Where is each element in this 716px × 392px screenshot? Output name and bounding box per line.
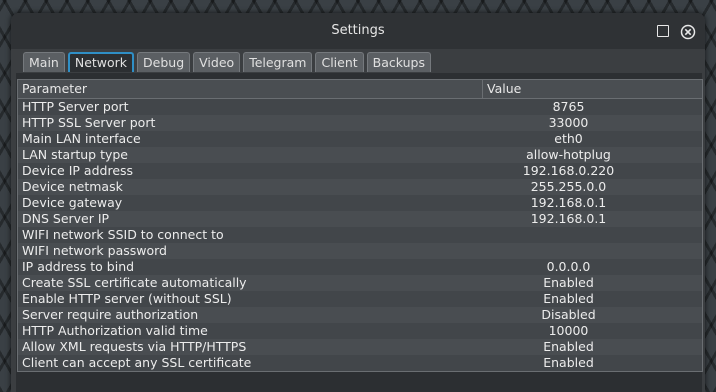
parameter-cell: Enable HTTP server (without SSL) [22, 291, 232, 306]
value-cell[interactable]: 192.168.0.220 [479, 163, 702, 179]
parameter-cell: IP address to bind [22, 259, 135, 274]
parameter-cell: WIFI network SSID to connect to [22, 227, 224, 242]
tab-video[interactable]: Video [193, 52, 241, 72]
parameter-cell: Main LAN interface [22, 131, 141, 146]
value-cell[interactable] [479, 243, 702, 259]
parameter-cell: HTTP Server port [22, 99, 129, 114]
table-row[interactable]: Create SSL certificate automatically Enab… [18, 275, 702, 291]
table-row[interactable]: HTTP Authorization valid time 10000 [18, 323, 702, 339]
parameter-cell: Server require authorization [22, 307, 199, 322]
value-cell[interactable]: 255.255.0.0 [479, 179, 702, 195]
close-button[interactable] [680, 24, 696, 40]
close-icon [680, 24, 696, 40]
value-cell[interactable]: allow-hotplug [479, 147, 702, 163]
window-title: Settings [331, 23, 385, 38]
table-row[interactable]: Enable HTTP server (without SSL) Enabled [18, 291, 702, 307]
table-row[interactable]: Server require authorization Disabled [18, 307, 702, 323]
maximize-button[interactable] [656, 24, 670, 38]
table-row[interactable]: Device IP address 192.168.0.220 [18, 163, 702, 179]
tab-network[interactable]: Network [67, 52, 135, 72]
network-settings-panel: Parameter Value HTTP Server port 8765 HTTP… [16, 73, 703, 392]
grid-header: Parameter Value [18, 80, 702, 99]
parameter-cell: Device netmask [22, 179, 123, 194]
value-cell[interactable]: Enabled [479, 355, 702, 371]
value-cell[interactable]: Enabled [479, 275, 702, 291]
parameter-cell: Device gateway [22, 195, 123, 210]
tab-telegram[interactable]: Telegram [243, 52, 313, 72]
parameter-cell: Allow XML requests via HTTP/HTTPS [22, 339, 247, 354]
parameter-cell: Device IP address [22, 163, 134, 178]
table-row[interactable]: HTTP SSL Server port 33000 [18, 115, 702, 131]
parameter-cell: Client can accept any SSL certificate [22, 355, 252, 370]
parameter-cell: Create SSL certificate automatically [22, 275, 247, 290]
value-cell[interactable]: 0.0.0.0 [479, 259, 702, 275]
tab-client[interactable]: Client [315, 52, 364, 72]
value-cell[interactable]: eth0 [479, 131, 702, 147]
value-cell[interactable]: Disabled [479, 307, 702, 323]
table-row[interactable]: WIFI network password [18, 243, 702, 259]
maximize-icon [657, 25, 669, 37]
value-cell[interactable]: 8765 [479, 99, 702, 115]
tab-main[interactable]: Main [23, 52, 65, 72]
tab-bar: Main Network Debug Video Telegram Client… [23, 52, 432, 72]
value-cell[interactable] [479, 227, 702, 243]
grid-body: HTTP Server port 8765 HTTP SSL Server port… [18, 99, 702, 371]
column-header-value[interactable]: Value [483, 80, 702, 98]
table-row[interactable]: IP address to bind 0.0.0.0 [18, 259, 702, 275]
parameter-cell: LAN startup type [22, 147, 128, 162]
parameter-cell: DNS Server IP [22, 211, 110, 226]
table-row[interactable]: WIFI network SSID to connect to [18, 227, 702, 243]
value-cell[interactable]: 33000 [479, 115, 702, 131]
table-row[interactable]: Client can accept any SSL certificate Ena… [18, 355, 702, 371]
parameter-cell: HTTP SSL Server port [22, 115, 156, 130]
tab-backups[interactable]: Backups [366, 52, 432, 72]
table-row[interactable]: Allow XML requests via HTTP/HTTPS Enabled [18, 339, 702, 355]
parameter-cell: HTTP Authorization valid time [22, 323, 208, 338]
value-cell[interactable]: Enabled [479, 339, 702, 355]
settings-window: Settings Main Network Debug Video Telegr… [11, 13, 705, 392]
table-row[interactable]: HTTP Server port 8765 [18, 99, 702, 115]
table-row[interactable]: Device netmask 255.255.0.0 [18, 179, 702, 195]
value-cell[interactable]: 192.168.0.1 [479, 211, 702, 227]
value-cell[interactable]: 10000 [479, 323, 702, 339]
column-header-parameter[interactable]: Parameter [18, 80, 483, 98]
table-row[interactable]: Device gateway 192.168.0.1 [18, 195, 702, 211]
settings-grid: Parameter Value HTTP Server port 8765 HTTP… [17, 79, 703, 372]
parameter-cell: WIFI network password [22, 243, 167, 258]
table-row[interactable]: LAN startup type allow-hotplug [18, 147, 702, 163]
table-row[interactable]: Main LAN interface eth0 [18, 131, 702, 147]
value-cell[interactable]: 192.168.0.1 [479, 195, 702, 211]
title-bar[interactable]: Settings [11, 13, 705, 49]
table-row[interactable]: DNS Server IP 192.168.0.1 [18, 211, 702, 227]
value-cell[interactable]: Enabled [479, 291, 702, 307]
tab-debug[interactable]: Debug [137, 52, 191, 72]
